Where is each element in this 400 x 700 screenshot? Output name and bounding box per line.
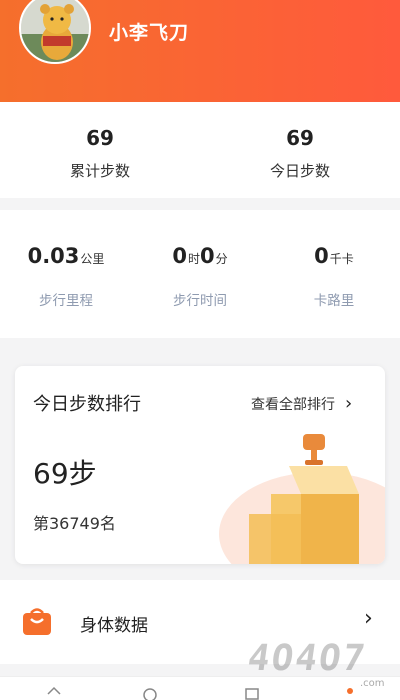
profile-header: 小李飞刀 [0,0,400,102]
distance-unit: 公里 [80,252,105,266]
view-all-ranking-label: 查看全部排行 [251,396,335,413]
view-all-ranking-link[interactable]: 查看全部排行 › [251,393,352,414]
tab-circle-icon[interactable] [142,685,158,700]
distance-label: 步行里程 [39,293,93,309]
bottom-tab-bar [0,676,400,700]
calories-label: 卡路里 [313,293,355,309]
walking-time-metric: 0时0分 步行时间 [140,244,260,309]
total-steps-label: 累计步数 [69,162,130,180]
tab-box-icon[interactable] [244,685,260,700]
minutes-value: 0 [200,244,215,268]
distance-metric: 0.03公里 步行里程 [6,244,126,309]
hours-unit: 时 [187,252,200,266]
chevron-right-icon: › [345,393,353,414]
hours-value: 0 [172,244,187,268]
tab-profile-icon[interactable] [342,685,358,700]
user-avatar[interactable] [19,0,91,64]
distance-value: 0.03 [27,244,80,268]
ranking-title: 今日步数排行 [33,394,141,415]
steps-summary-card: 69 累计步数 69 今日步数 [0,102,400,198]
trophy-podium-icon [219,434,385,564]
site-watermark-suffix: .com [360,678,385,689]
ranking-position: 第36749名 [33,514,116,533]
body-data-label: 身体数据 [80,616,148,636]
minutes-unit: 分 [215,252,228,266]
username: 小李飞刀 [109,22,190,44]
shopping-bag-icon [23,608,51,635]
calories-value: 0 [314,244,329,268]
tab-home-icon[interactable] [46,685,62,700]
site-watermark: 4O4O7 [245,638,370,679]
daily-ranking-card[interactable]: 今日步数排行 查看全部排行 › 69步 第36749名 [15,366,385,564]
total-steps-stat[interactable]: 69 累计步数 [30,126,170,181]
walking-metrics-card: 0.03公里 步行里程 0时0分 步行时间 0千卡 卡路里 [0,210,400,338]
chevron-right-icon: › [364,606,373,631]
ranking-steps: 69步 [33,457,97,490]
total-steps-value: 69 [86,126,114,150]
today-steps-value: 69 [286,126,314,150]
calories-value-row: 0千卡 [274,244,394,268]
calories-metric: 0千卡 卡路里 [274,244,394,309]
calories-unit: 千卡 [329,252,354,266]
distance-value-row: 0.03公里 [6,244,126,268]
today-steps-stat[interactable]: 69 今日步数 [230,126,370,181]
walking-time-label: 步行时间 [173,293,227,309]
walking-time-value-row: 0时0分 [140,244,260,268]
today-steps-label: 今日步数 [269,162,330,180]
